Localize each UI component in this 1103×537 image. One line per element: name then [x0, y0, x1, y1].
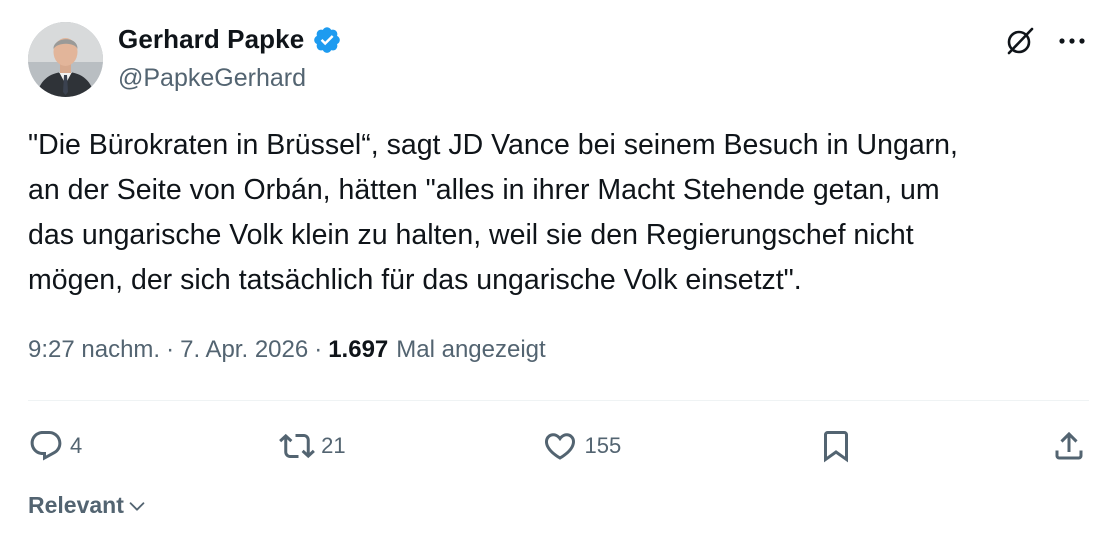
reply-icon	[30, 431, 62, 461]
share-icon	[1055, 431, 1083, 460]
grok-icon[interactable]	[1003, 24, 1037, 58]
tweet-meta: 9:27 nachm. · 7. Apr. 2026 · 1.697 Mal a…	[28, 336, 546, 364]
reply-count: 4	[70, 433, 83, 458]
more-options-icon[interactable]	[1055, 24, 1089, 58]
reply-button[interactable]: 4	[28, 428, 82, 464]
author-handle[interactable]: @PapkeGerhard	[118, 64, 306, 93]
bookmark-icon	[824, 431, 849, 463]
views-count: 1.697	[328, 336, 389, 363]
verified-badge-icon	[312, 25, 342, 55]
like-button[interactable]: 155	[542, 428, 621, 464]
like-count: 155	[584, 433, 622, 458]
meta-separator: ·	[314, 336, 323, 363]
retweet-count: 21	[321, 433, 346, 458]
tweet-time[interactable]: 9:27 nachm.	[28, 336, 160, 364]
author-name[interactable]: Gerhard Papke	[118, 24, 304, 55]
tweet-date[interactable]: 7. Apr. 2026	[180, 336, 308, 364]
profile-photo	[28, 22, 103, 97]
chevron-down-icon	[129, 501, 145, 511]
share-button[interactable]	[1051, 428, 1087, 464]
heart-icon	[545, 433, 576, 460]
meta-separator: ·	[166, 336, 175, 363]
bookmark-button[interactable]	[818, 428, 854, 464]
retweet-icon	[279, 433, 316, 459]
tweet-text: "Die Bürokraten in Brüssel“, sagt JD Van…	[28, 129, 958, 296]
views-label: Mal angezeigt	[396, 336, 546, 363]
avatar[interactable]	[28, 22, 103, 97]
sort-replies-dropdown[interactable]: Relevant	[28, 492, 148, 519]
sort-label: Relevant	[28, 492, 124, 518]
retweet-button[interactable]: 21	[279, 428, 346, 464]
divider	[28, 400, 1089, 401]
action-bar: 4 21 155	[28, 420, 1087, 472]
